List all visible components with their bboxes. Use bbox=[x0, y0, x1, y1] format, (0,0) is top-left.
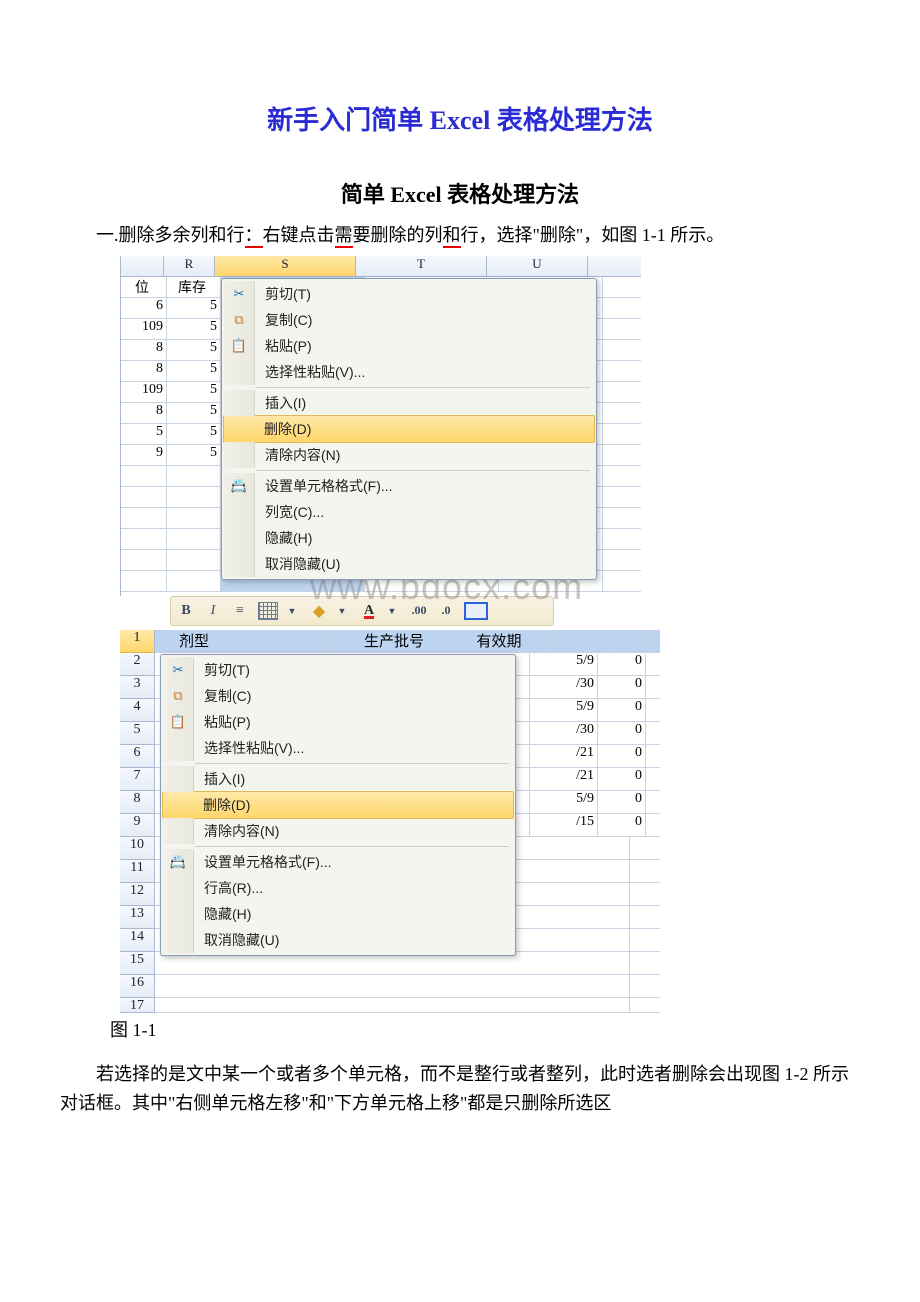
row-header-12[interactable]: 12 bbox=[120, 883, 155, 906]
menu-hide[interactable]: 隐藏(H) bbox=[224, 525, 594, 551]
row-header-6[interactable]: 6 bbox=[120, 745, 155, 768]
col-header-T[interactable]: T bbox=[356, 256, 487, 276]
row-header-5[interactable]: 5 bbox=[120, 722, 155, 745]
menu-format-cells[interactable]: 📇设置单元格格式(F)... bbox=[224, 473, 594, 499]
p1-seg5: 行，选择"删除"，如图 1-1 所示。 bbox=[461, 225, 725, 245]
row-context-menu: ✂剪切(T) ⧉复制(C) 📋粘贴(P) 选择性粘贴(V)... 插入(I) 删… bbox=[160, 654, 516, 956]
sheet1-hcell-1[interactable]: 库存 bbox=[167, 277, 221, 297]
menu-cut[interactable]: ✂剪切(T) bbox=[224, 281, 594, 307]
row-header-10[interactable]: 10 bbox=[120, 837, 155, 860]
menu-unhide[interactable]: 取消隐藏(U) bbox=[163, 927, 513, 953]
p1-seg3: 要删除的列 bbox=[353, 225, 443, 245]
borders-button[interactable] bbox=[258, 600, 278, 622]
page-title: 新手入门简单 Excel 表格处理方法 bbox=[60, 100, 860, 137]
menu-clear[interactable]: 清除内容(N) bbox=[224, 442, 594, 468]
borders-icon bbox=[258, 602, 278, 620]
font-color-dropdown[interactable]: ▼ bbox=[383, 600, 401, 622]
col-header-blank[interactable] bbox=[121, 256, 164, 276]
menu-column-width[interactable]: 列宽(C)... bbox=[224, 499, 594, 525]
menu-copy[interactable]: ⧉复制(C) bbox=[163, 683, 513, 709]
menu-paste[interactable]: 📋粘贴(P) bbox=[224, 333, 594, 359]
p1-colon: ： bbox=[245, 225, 263, 248]
decrease-decimal-button[interactable]: .0 bbox=[437, 600, 455, 622]
page-subtitle: 简单 Excel 表格处理方法 bbox=[60, 177, 860, 209]
align-button[interactable]: ≡ bbox=[231, 600, 249, 622]
row-header-13[interactable]: 13 bbox=[120, 906, 155, 929]
row-header-2[interactable]: 2 bbox=[120, 653, 155, 676]
row-header-16[interactable]: 16 bbox=[120, 975, 155, 998]
menu-insert[interactable]: 插入(I) bbox=[163, 766, 513, 792]
p1-pre: 一.删除多余列和行 bbox=[96, 225, 245, 245]
format-icon: 📇 bbox=[170, 854, 186, 870]
menu-separator bbox=[256, 387, 590, 388]
paragraph-1: 一.删除多余列和行：右键点击需要删除的列和行，选择"删除"，如图 1-1 所示。 bbox=[60, 221, 860, 250]
merge-icon bbox=[464, 602, 488, 620]
bold-button[interactable]: B bbox=[177, 600, 195, 622]
row-header-8[interactable]: 8 bbox=[120, 791, 155, 814]
row-header-3[interactable]: 3 bbox=[120, 676, 155, 699]
col-header-S-selected[interactable]: S bbox=[215, 256, 356, 276]
menu-format-cells[interactable]: 📇设置单元格格式(F)... bbox=[163, 849, 513, 875]
menu-paste[interactable]: 📋粘贴(P) bbox=[163, 709, 513, 735]
column-context-menu: ✂剪切(T) ⧉复制(C) 📋粘贴(P) 选择性粘贴(V)... 插入(I) 删… bbox=[221, 278, 597, 580]
increase-decimal-button[interactable]: .00 bbox=[410, 600, 428, 622]
figure-1-1: R S T U 位 库存 65 1095 85 85 1095 bbox=[120, 256, 650, 1006]
menu-cut[interactable]: ✂剪切(T) bbox=[163, 657, 513, 683]
menu-separator bbox=[256, 470, 590, 471]
row-header-9[interactable]: 9 bbox=[120, 814, 155, 837]
format-icon: 📇 bbox=[231, 478, 247, 494]
row-header-7[interactable]: 7 bbox=[120, 768, 155, 791]
mini-toolbar: B I ≡ ▼ ◆ ▼ A ▼ .00 .0 bbox=[170, 596, 554, 626]
cut-icon: ✂ bbox=[173, 662, 184, 678]
menu-row-height[interactable]: 行高(R)... bbox=[163, 875, 513, 901]
sheet1-column-headers: R S T U bbox=[121, 256, 641, 277]
paste-icon: 📋 bbox=[170, 714, 186, 730]
paste-icon: 📋 bbox=[231, 338, 247, 354]
menu-separator bbox=[195, 846, 509, 847]
menu-delete[interactable]: 删除(D) bbox=[162, 791, 514, 819]
row-header-11[interactable]: 11 bbox=[120, 860, 155, 883]
font-color-button[interactable]: A bbox=[360, 600, 378, 622]
p1-seg2: 需 bbox=[335, 225, 353, 248]
paragraph-2: 若选择的是文中某一个或者多个单元格，而不是整行或者整列，此时选者删除会出现图 1… bbox=[60, 1060, 860, 1118]
sheet2-block: B I ≡ ▼ ◆ ▼ A ▼ .00 .0 1 剂型 生产批号 有效 bbox=[120, 596, 660, 1006]
italic-button[interactable]: I bbox=[204, 600, 222, 622]
menu-hide[interactable]: 隐藏(H) bbox=[163, 901, 513, 927]
menu-unhide[interactable]: 取消隐藏(U) bbox=[224, 551, 594, 577]
merge-button[interactable] bbox=[464, 600, 488, 622]
cut-icon: ✂ bbox=[234, 286, 245, 302]
col-header-U[interactable]: U bbox=[487, 256, 588, 276]
borders-dropdown[interactable]: ▼ bbox=[283, 600, 301, 622]
row-header-1[interactable]: 1 bbox=[120, 630, 155, 653]
menu-insert[interactable]: 插入(I) bbox=[224, 390, 594, 416]
row-header-17[interactable]: 17 bbox=[120, 998, 155, 1013]
menu-paste-special[interactable]: 选择性粘贴(V)... bbox=[224, 359, 594, 385]
copy-icon: ⧉ bbox=[173, 688, 182, 704]
p1-seg4: 和 bbox=[443, 225, 461, 248]
col-header-R[interactable]: R bbox=[164, 256, 215, 276]
menu-clear[interactable]: 清除内容(N) bbox=[163, 818, 513, 844]
row-header-4[interactable]: 4 bbox=[120, 699, 155, 722]
figure-caption-1-1: 图 1-1 bbox=[110, 1016, 860, 1042]
menu-copy[interactable]: ⧉复制(C) bbox=[224, 307, 594, 333]
menu-paste-special[interactable]: 选择性粘贴(V)... bbox=[163, 735, 513, 761]
row-header-14[interactable]: 14 bbox=[120, 929, 155, 952]
menu-separator bbox=[195, 763, 509, 764]
fill-color-dropdown[interactable]: ▼ bbox=[333, 600, 351, 622]
copy-icon: ⧉ bbox=[234, 312, 243, 328]
sheet1-hcell-0[interactable]: 位 bbox=[121, 277, 167, 297]
fill-color-button[interactable]: ◆ bbox=[310, 600, 328, 622]
row-header-15[interactable]: 15 bbox=[120, 952, 155, 975]
menu-delete[interactable]: 删除(D) bbox=[223, 415, 595, 443]
p1-seg1: 右键点击 bbox=[263, 225, 335, 245]
sheet1: R S T U 位 库存 65 1095 85 85 1095 bbox=[120, 256, 641, 596]
